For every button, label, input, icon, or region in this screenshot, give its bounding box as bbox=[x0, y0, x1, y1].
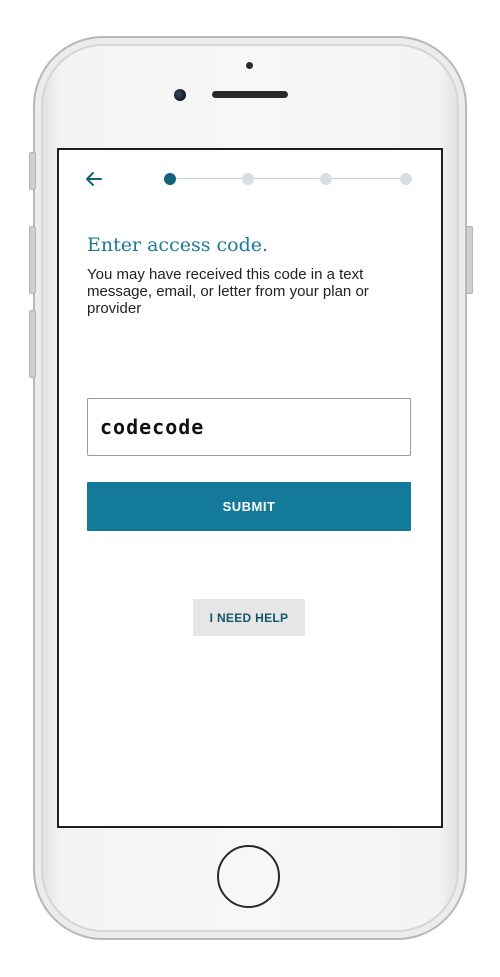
earpiece-speaker bbox=[212, 91, 288, 98]
page-subtitle: You may have received this code in a tex… bbox=[87, 266, 369, 317]
need-help-button[interactable]: I NEED HELP bbox=[193, 599, 305, 636]
front-camera bbox=[174, 89, 186, 101]
page-title: Enter access code. bbox=[87, 234, 269, 256]
volume-down-button bbox=[29, 310, 36, 378]
step-4-dot bbox=[400, 173, 412, 185]
progress-stepper bbox=[164, 172, 414, 186]
access-code-input[interactable] bbox=[87, 398, 411, 456]
proximity-sensor bbox=[246, 62, 253, 69]
device-mockup: Enter access code. You may have received… bbox=[0, 0, 500, 977]
step-2-dot bbox=[242, 173, 254, 185]
step-1-dot bbox=[164, 173, 176, 185]
power-button bbox=[466, 226, 473, 294]
stepper-line bbox=[172, 178, 408, 179]
app-screen: Enter access code. You may have received… bbox=[57, 148, 443, 828]
step-3-dot bbox=[320, 173, 332, 185]
volume-up-button bbox=[29, 226, 36, 294]
silent-switch bbox=[29, 152, 36, 190]
arrow-left-icon[interactable] bbox=[83, 168, 105, 190]
submit-button[interactable]: SUBMIT bbox=[87, 482, 411, 531]
home-button[interactable] bbox=[217, 845, 280, 908]
